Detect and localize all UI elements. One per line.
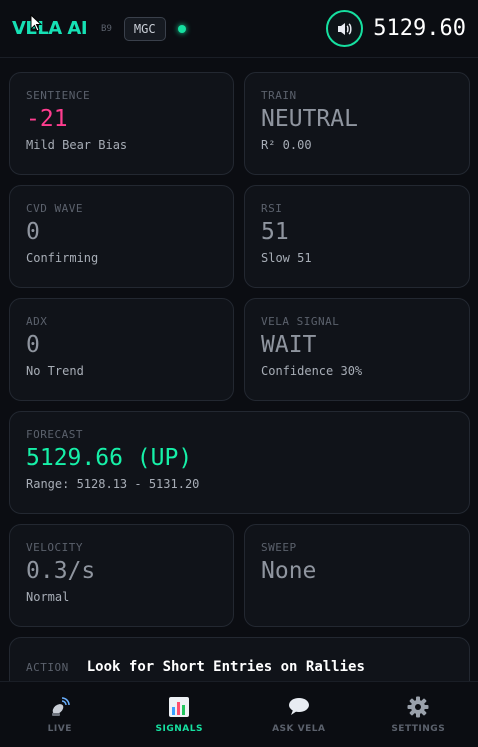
velocity-sub: Normal: [26, 590, 70, 604]
live-status-dot: [177, 24, 186, 33]
cvd-sub: Confirming: [26, 251, 99, 265]
card-label: VELOCITY: [26, 541, 83, 554]
train-value: NEUTRAL: [261, 106, 358, 132]
adx-card: ADX 0 No Trend: [9, 298, 234, 401]
nav-live[interactable]: LIVE: [0, 682, 120, 747]
sentience-sub: Mild Bear Bias: [26, 138, 128, 152]
sentience-card: SENTIENCE -21 Mild Bear Bias: [9, 72, 234, 175]
sweep-value: None: [261, 558, 317, 584]
cvd-value: 0: [26, 219, 40, 245]
speaker-icon: [337, 22, 352, 35]
signal-value: WAIT: [261, 332, 317, 358]
rsi-card: RSI 51 Slow 51: [244, 185, 470, 288]
signal-sub: Confidence 30%: [261, 364, 363, 378]
rsi-sub: Slow 51: [261, 251, 312, 265]
nav-ask-label: ASK VELA: [272, 723, 326, 734]
current-price: 5129.60: [373, 16, 466, 41]
app-logo: VELA AI: [12, 18, 88, 39]
nav-ask-vela[interactable]: ASK VELA: [239, 682, 359, 747]
nav-settings-label: SETTINGS: [391, 723, 446, 734]
card-label: SWEEP: [261, 541, 297, 554]
mouse-cursor-icon: [30, 14, 42, 32]
nav-signals[interactable]: SIGNALS: [120, 682, 240, 747]
forecast-value: 5129.66 (UP): [26, 445, 193, 471]
adx-value: 0: [26, 332, 40, 358]
action-label: ACTION: [26, 660, 69, 674]
nav-settings[interactable]: SETTINGS: [359, 682, 478, 747]
bar-chart-icon: [168, 696, 190, 718]
card-label: RSI: [261, 202, 283, 215]
train-card: TRAIN NEUTRAL R² 0.00: [244, 72, 470, 175]
action-text: Look for Short Entries on Rallies: [86, 659, 365, 675]
card-label: VELA SIGNAL: [261, 315, 340, 328]
gear-icon: [407, 696, 429, 718]
velocity-card: VELOCITY 0.3/s Normal: [9, 524, 234, 627]
sweep-card: SWEEP None: [244, 524, 470, 627]
forecast-card: FORECAST 5129.66 (UP) Range: 5128.13 - 5…: [9, 411, 470, 514]
rsi-value: 51: [261, 219, 289, 245]
train-sub: R² 0.00: [261, 138, 312, 152]
ticker-selector[interactable]: MGC: [123, 16, 166, 41]
satellite-icon: [49, 696, 71, 718]
nav-live-label: LIVE: [47, 723, 72, 734]
cvd-card: CVD WAVE 0 Confirming: [9, 185, 234, 288]
velocity-value: 0.3/s: [26, 558, 96, 584]
card-label: CVD WAVE: [26, 202, 83, 215]
card-label: SENTIENCE: [26, 89, 91, 102]
card-label: FORECAST: [26, 428, 83, 441]
top-bar: VELA AI B9 MGC 5129.60: [0, 0, 478, 58]
vela-signal-card: VELA SIGNAL WAIT Confidence 30%: [244, 298, 470, 401]
speech-bubble-icon: [288, 696, 310, 718]
nav-signals-label: SIGNALS: [155, 723, 203, 734]
card-label: TRAIN: [261, 89, 297, 102]
adx-sub: No Trend: [26, 364, 84, 378]
sentience-value: -21: [26, 106, 68, 132]
sound-toggle-button[interactable]: [326, 10, 364, 47]
forecast-range: Range: 5128.13 - 5131.20: [26, 477, 200, 491]
version-label: B9: [101, 23, 112, 34]
card-label: ADX: [26, 315, 48, 328]
bottom-nav: LIVE SIGNALS ASK VELA SETTINGS: [0, 681, 478, 747]
